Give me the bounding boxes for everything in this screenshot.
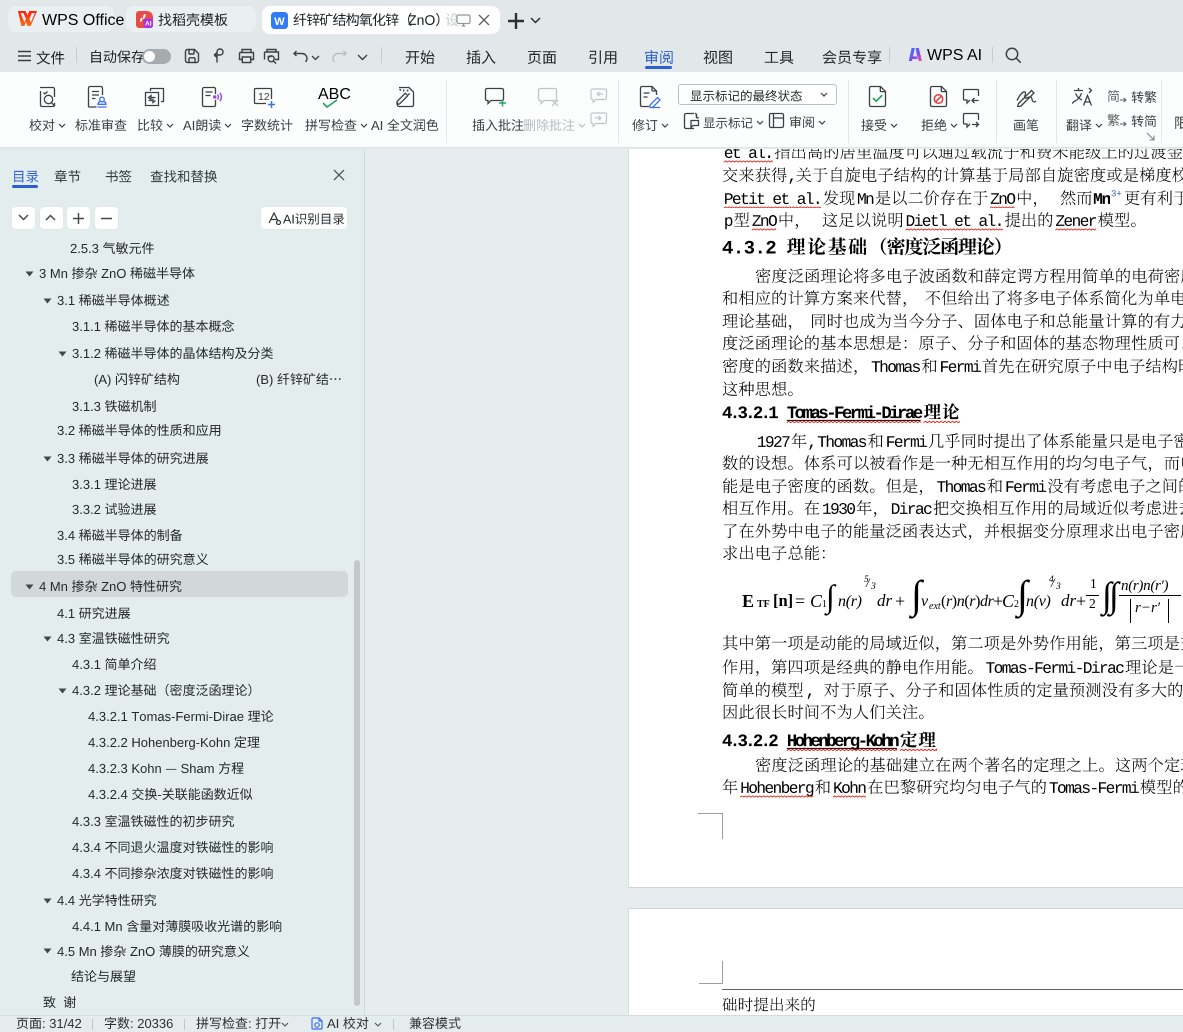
svg-text:12: 12: [258, 91, 270, 103]
svg-text:AI: AI: [145, 21, 152, 28]
svg-text:W: W: [274, 16, 285, 28]
